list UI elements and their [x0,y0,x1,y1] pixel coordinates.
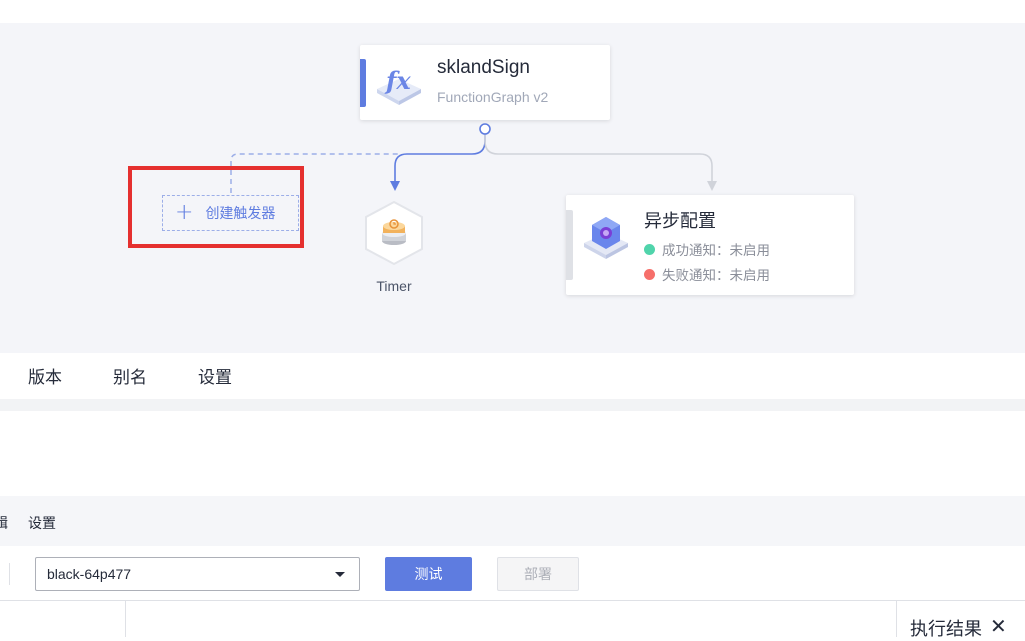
function-tabs: 版本 别名 设置 [0,353,1025,400]
success-status-dot [644,243,655,255]
close-icon[interactable]: ✕ [990,614,1007,638]
svg-text:fx: fx [384,66,411,95]
tab-versions[interactable]: 版本 [28,363,62,388]
async-config-node[interactable]: 异步配置 成功通知：未启用 失败通知：未启用 [566,195,854,295]
function-runtime: FunctionGraph v2 [437,89,549,105]
timer-arrow [390,181,400,191]
test-event-value: black-64p477 [47,566,132,582]
code-subtabs-bar [0,496,1025,546]
subtab-settings[interactable]: 设置 [28,513,56,533]
async-config-title: 异步配置 [644,211,716,232]
execution-result-title: 执行结果 [910,619,982,640]
function-node-accent [360,59,366,107]
function-output-port [479,123,491,135]
async-config-icon [584,217,628,259]
deploy-button[interactable]: 部署 [497,557,579,591]
timer-connector [394,131,486,183]
create-trigger-button[interactable]: + 创建触发器 [162,195,299,231]
test-button[interactable]: 测试 [385,557,472,591]
result-panel-divider [896,601,897,637]
async-node-accent [566,210,573,280]
success-notify: 成功通知：未启用 [644,239,770,259]
async-connector [484,131,713,183]
tab-aliases[interactable]: 别名 [113,363,147,388]
plus-icon: + [175,200,194,225]
failure-status-dot [644,268,655,280]
failure-notify-text: 失败通知：未启用 [662,268,770,284]
editor-top-border [0,600,1025,601]
timer-trigger-label: Timer [376,278,412,294]
fx-icon: fx [377,66,421,105]
section-divider [0,399,1025,411]
subtab-edit-partial[interactable]: 辑 [0,513,8,533]
async-arrow [707,181,717,191]
tab-settings[interactable]: 设置 [198,363,232,388]
file-tree-divider [125,601,126,637]
failure-notify: 失败通知：未启用 [644,264,770,284]
function-node[interactable]: fx sklandSign FunctionGraph v2 [360,45,610,120]
function-name: sklandSign [437,57,530,78]
test-event-select[interactable]: black-64p477 [35,557,360,591]
timer-icon[interactable] [362,200,426,266]
create-trigger-label: 创建触发器 [205,206,276,222]
toolbar-divider [9,563,10,585]
chevron-down-icon [335,572,345,577]
success-notify-text: 成功通知：未启用 [662,243,770,259]
